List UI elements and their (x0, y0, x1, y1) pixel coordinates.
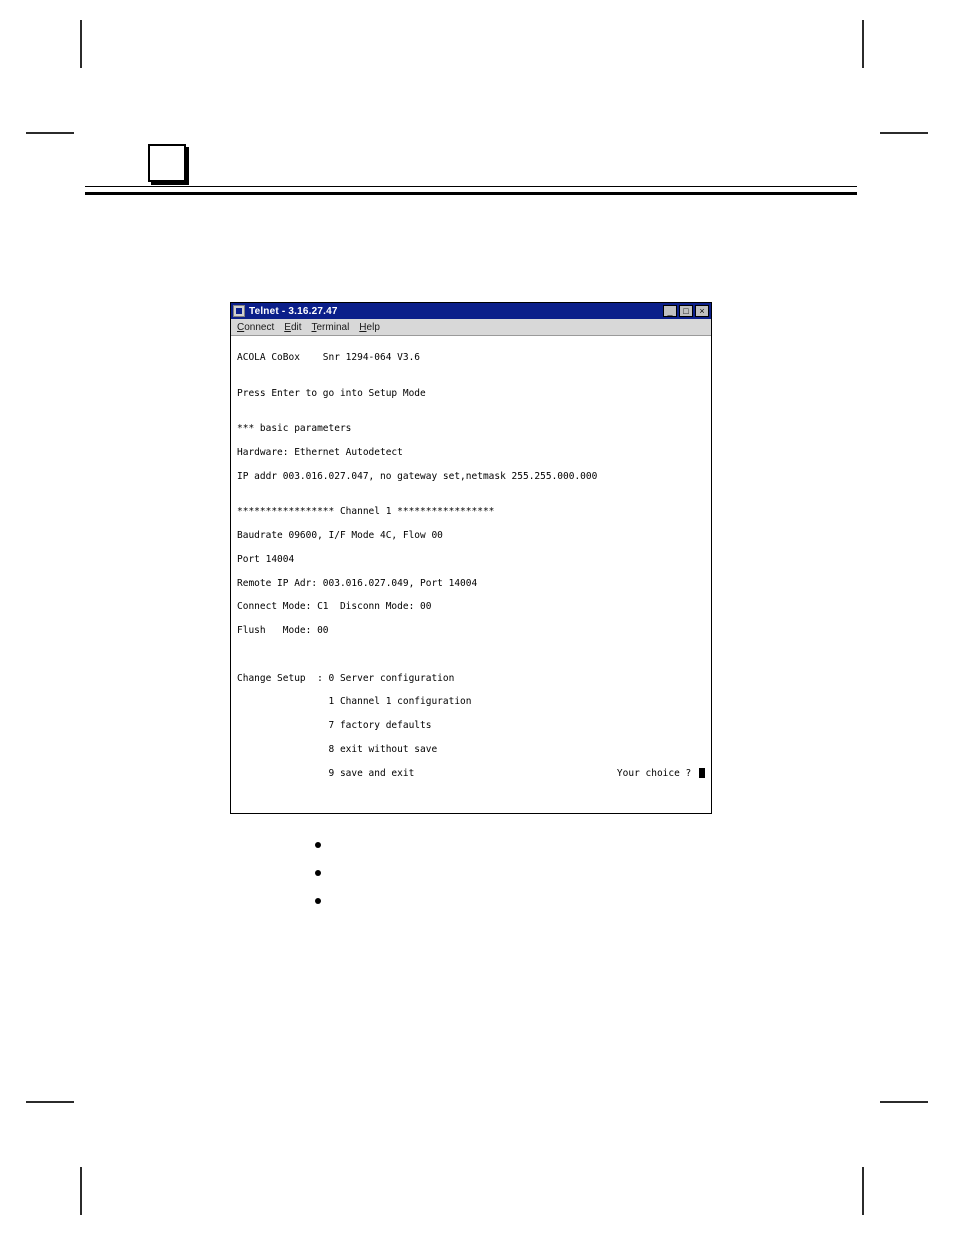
minimize-button[interactable]: _ (663, 305, 677, 317)
crop-mark (880, 1101, 928, 1103)
term-prompt[interactable]: Your choice ? (617, 768, 705, 780)
term-line: ACOLA CoBox Snr 1294-064 V3.6 (237, 352, 705, 364)
term-line: Port 14004 (237, 554, 705, 566)
close-button[interactable]: × (695, 305, 709, 317)
menu-terminal[interactable]: Terminal (312, 322, 350, 333)
term-line: 7 factory defaults (237, 720, 705, 732)
term-line: 1 Channel 1 configuration (237, 696, 705, 708)
menubar: Connect Edit Terminal Help (231, 319, 711, 336)
crop-mark (26, 132, 74, 134)
term-line-left: 9 save and exit (237, 768, 414, 780)
term-line: Hardware: Ethernet Autodetect (237, 447, 705, 459)
menu-help-rest: elp (367, 322, 380, 333)
menu-edit[interactable]: Edit (284, 322, 301, 333)
crop-mark (26, 1101, 74, 1103)
term-line: Baudrate 09600, I/F Mode 4C, Flow 00 (237, 530, 705, 542)
list-item (315, 840, 857, 850)
header-rule (85, 192, 857, 195)
chapter-marker (148, 144, 186, 182)
list-item (315, 896, 857, 906)
menu-connect[interactable]: Connect (237, 322, 274, 333)
menu-terminal-rest: erminal (317, 322, 350, 333)
crop-mark (880, 132, 928, 134)
crop-mark (80, 1167, 82, 1215)
term-line: ***************** Channel 1 ************… (237, 506, 705, 518)
term-line: Change Setup : 0 Server configuration (237, 673, 705, 685)
term-line: 8 exit without save (237, 744, 705, 756)
term-line: Press Enter to go into Setup Mode (237, 388, 705, 400)
window-title: Telnet - 3.16.27.47 (249, 306, 663, 317)
crop-mark (862, 1167, 864, 1215)
term-line: *** basic parameters (237, 423, 705, 435)
terminal-output: ACOLA CoBox Snr 1294-064 V3.6 Press Ente… (231, 336, 711, 813)
term-line: Flush Mode: 00 (237, 625, 705, 637)
header-rule-thin (85, 186, 857, 187)
term-line: Remote IP Adr: 003.016.027.049, Port 140… (237, 578, 705, 590)
cursor-icon (699, 768, 705, 778)
app-icon (233, 305, 245, 317)
term-prompt-text: Your choice ? (617, 768, 697, 780)
menu-connect-rest: onnect (244, 322, 274, 333)
menu-help[interactable]: Help (359, 322, 380, 333)
list-item (315, 868, 857, 878)
crop-mark (862, 20, 864, 68)
term-line: IP addr 003.016.027.047, no gateway set,… (237, 471, 705, 483)
term-line-prompt: 9 save and exit Your choice ? (237, 768, 705, 780)
maximize-button[interactable]: □ (679, 305, 693, 317)
bullet-list (315, 840, 857, 906)
page-header (80, 62, 862, 182)
term-line: Connect Mode: C1 Disconn Mode: 00 (237, 601, 705, 613)
titlebar: Telnet - 3.16.27.47 _ □ × (231, 303, 711, 319)
crop-mark (80, 20, 82, 68)
menu-edit-rest: dit (291, 322, 302, 333)
telnet-window: Telnet - 3.16.27.47 _ □ × Connect Edit T… (230, 302, 712, 814)
